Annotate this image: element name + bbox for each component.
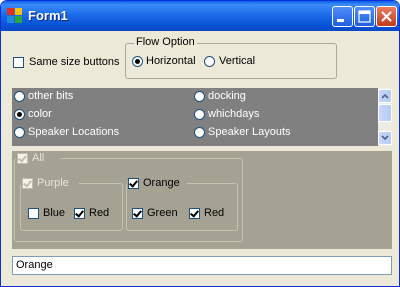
client-area: Same size buttons Flow Option Horizontal…: [5, 31, 395, 282]
horizontal-radio[interactable]: [132, 56, 143, 67]
radio-other-bits[interactable]: [14, 91, 25, 102]
radio-speaker-layouts[interactable]: [194, 127, 205, 138]
radio-label-other-bits: other bits: [28, 90, 74, 102]
scroll-down-button[interactable]: [378, 131, 392, 145]
orange-label: Orange: [143, 177, 180, 189]
radio-label-docking: docking: [208, 90, 246, 102]
vertical-radio[interactable]: [204, 56, 215, 67]
flow-option-legend: Flow Option: [134, 36, 197, 48]
radio-list-panel: other bits docking color whichdays Speak…: [12, 88, 392, 146]
purple-label: Purple: [37, 177, 69, 189]
all-label: All: [32, 152, 45, 164]
purple-legend: Purple: [21, 177, 79, 191]
orange-red-checkbox[interactable]: [189, 208, 200, 219]
minimize-button[interactable]: [332, 6, 353, 27]
vertical-scrollbar[interactable]: [378, 88, 392, 146]
same-size-checkbox[interactable]: [13, 57, 24, 68]
minimize-icon: [337, 19, 344, 22]
maximize-button[interactable]: [354, 6, 375, 27]
same-size-label: Same size buttons: [29, 56, 120, 68]
title-bar[interactable]: Form1: [1, 1, 399, 31]
tree-panel: All Purple Blue Red Orange Green Red: [12, 151, 392, 249]
app-icon: [7, 8, 22, 23]
close-button[interactable]: [376, 6, 397, 27]
radio-speaker-locations[interactable]: [14, 127, 25, 138]
form1-window: Form1 Same size buttons Flow Option Hori…: [0, 0, 400, 287]
scroll-up-button[interactable]: [378, 89, 392, 103]
radio-label-whichdays: whichdays: [208, 108, 260, 120]
orange-checkbox[interactable]: [128, 178, 139, 189]
output-textbox[interactable]: Orange: [12, 256, 392, 275]
horizontal-label: Horizontal: [146, 55, 196, 67]
close-icon: [381, 11, 392, 22]
radio-docking[interactable]: [194, 91, 205, 102]
vertical-label: Vertical: [219, 55, 256, 67]
blue-checkbox[interactable]: [28, 208, 39, 219]
purple-checkbox[interactable]: [22, 178, 33, 189]
radio-label-color: color: [28, 108, 52, 120]
green-label: Green: [147, 207, 178, 219]
purple-red-label: Red: [89, 207, 110, 219]
chevron-up-icon: [381, 93, 389, 99]
green-checkbox[interactable]: [132, 208, 143, 219]
all-checkbox[interactable]: [17, 153, 28, 164]
orange-red-label: Red: [204, 207, 225, 219]
radio-label-speaker-locations: Speaker Locations: [28, 126, 120, 138]
radio-color[interactable]: [14, 109, 25, 120]
scroll-thumb[interactable]: [378, 104, 392, 122]
all-legend: All: [16, 152, 60, 166]
window-title: Form1: [28, 8, 68, 23]
orange-legend: Orange: [127, 177, 187, 191]
blue-label: Blue: [43, 207, 66, 219]
maximize-icon: [358, 10, 371, 23]
radio-whichdays[interactable]: [194, 109, 205, 120]
chevron-down-icon: [381, 135, 389, 141]
purple-red-checkbox[interactable]: [74, 208, 85, 219]
radio-label-speaker-layouts: Speaker Layouts: [208, 126, 291, 138]
